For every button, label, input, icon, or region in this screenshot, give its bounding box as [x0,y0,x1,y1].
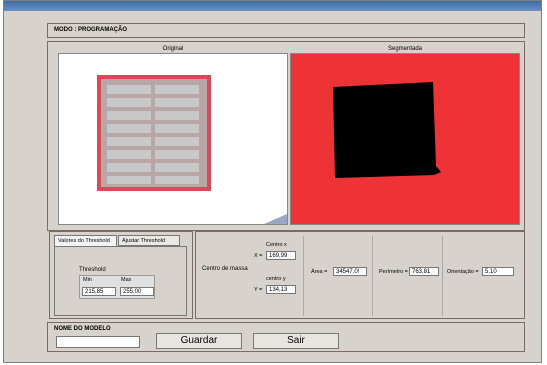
min-label: Min [83,277,92,283]
title-bar [4,1,541,11]
area-field[interactable]: 34547,0! [333,267,367,276]
threshold-group: Valores do Threshold Ajustar Threshold T… [49,231,193,319]
area-label: Área = [311,269,328,275]
x-label: X = [254,253,263,259]
window-title [4,3,10,9]
centro-y-label: centro y [266,276,286,282]
threshold-label: Threshold [79,267,106,273]
x-field[interactable]: 169,99 [266,251,296,260]
min-field[interactable]: 215,85 [82,287,116,296]
centro-x-label: Centro x [266,242,287,248]
centro-massa-label: Centro de massa [202,266,248,272]
tab-valores-threshold[interactable]: Valores do Threshold [54,235,117,246]
original-image [58,53,288,225]
separator [442,236,443,316]
y-field[interactable]: 134,13 [266,285,296,294]
tab-ajustar-threshold[interactable]: Ajustar Threshold [118,235,180,246]
measures-group: Centro de massa Centro x X = 169,99 cent… [195,231,525,319]
mode-group: MODO : PROGRAMAÇÃO [47,23,525,38]
perimetro-label: Perímetro = [379,269,408,275]
images-group: Original Segmentada [47,41,525,231]
segmented-image [290,53,520,225]
orientacao-field[interactable]: 5,10 [482,267,514,276]
max-field[interactable]: 255,00 [120,287,154,296]
y-label: Y = [254,287,263,293]
model-label: NOME DO MODELO [54,326,111,332]
original-title: Original [162,46,184,52]
mode-label: MODO : PROGRAMAÇÃO [54,27,127,33]
orientacao-label: Orientação = [447,269,479,275]
max-label: Max [121,277,132,283]
app-window: MODO : PROGRAMAÇÃO Original Segmentada V… [3,0,542,363]
separator [372,236,373,316]
guardar-button[interactable]: Guardar [156,333,242,349]
perimetro-field[interactable]: 763,81 [409,267,439,276]
model-name-input[interactable] [56,336,140,348]
threshold-tab-body: Threshold Min Max 215,85 255,00 [54,246,187,316]
sair-button[interactable]: Sair [253,333,339,349]
model-group: NOME DO MODELO Guardar Sair [47,322,525,352]
separator [303,236,304,316]
segmented-title: Segmentada [387,46,423,52]
threshold-values-box: Min Max 215,85 255,00 [79,275,155,299]
